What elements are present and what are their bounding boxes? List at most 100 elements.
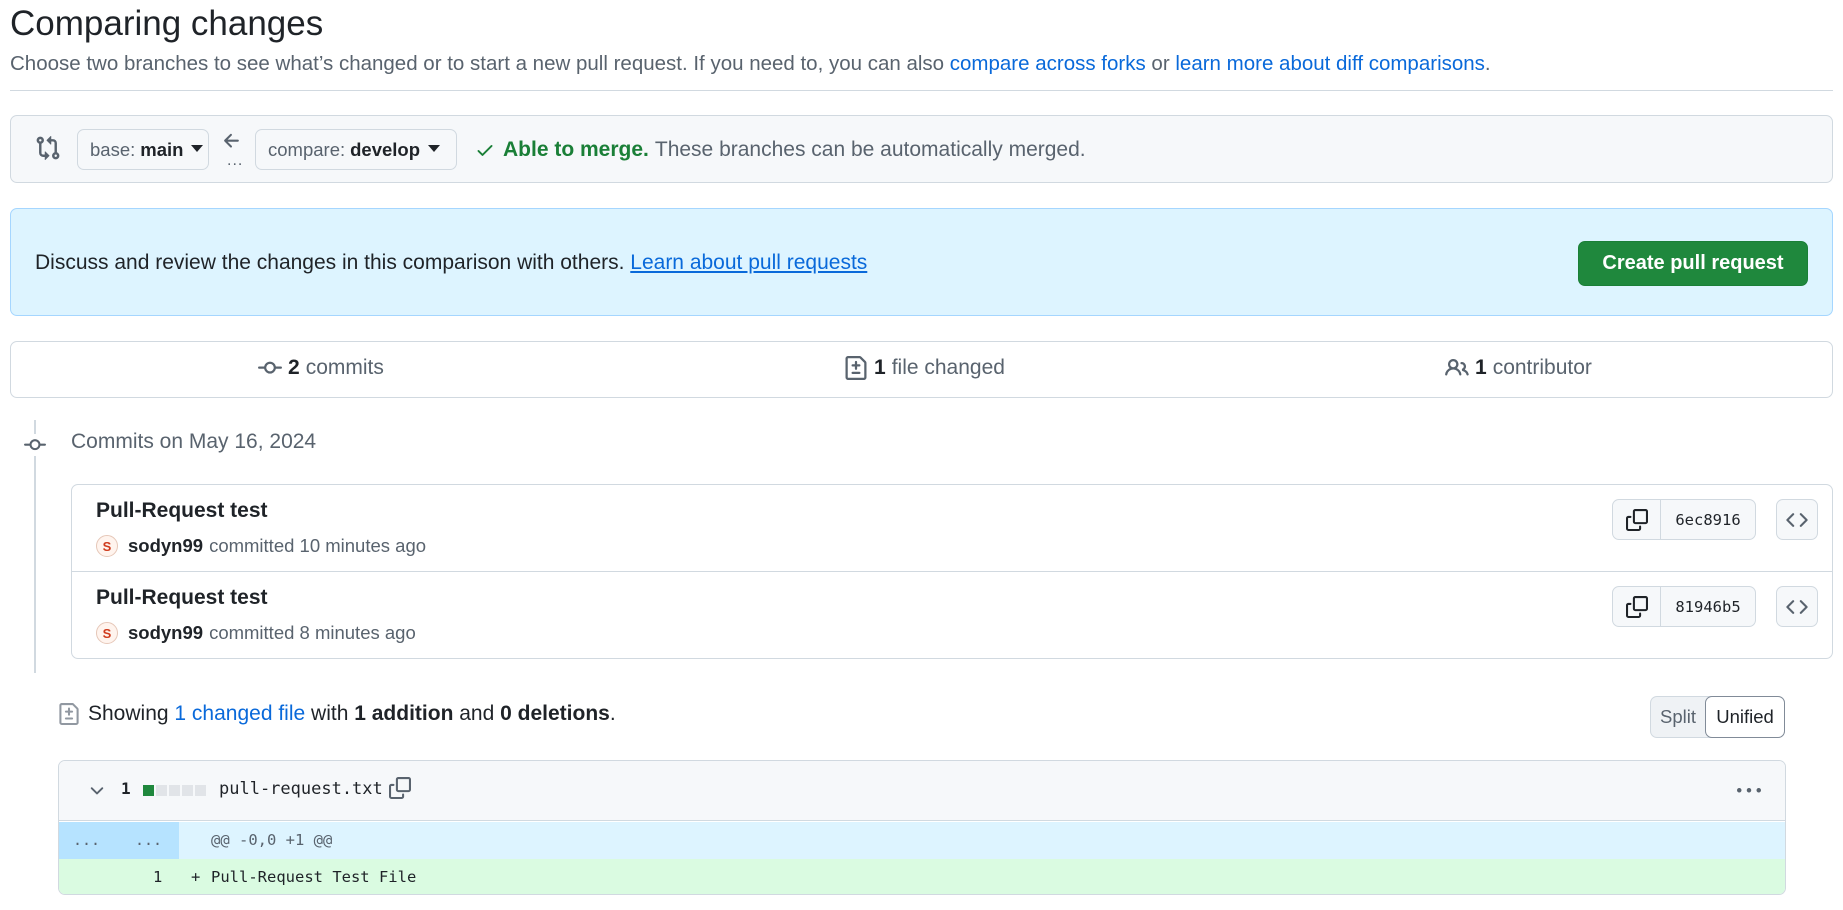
contributors-count: 1 <box>1475 356 1487 379</box>
with-label: with <box>311 702 349 725</box>
copy-icon <box>1625 595 1648 618</box>
code-icon <box>1786 599 1808 614</box>
showing-label: Showing <box>88 702 169 725</box>
contributors-tab[interactable]: 1 contributor <box>1445 356 1592 380</box>
files-count: 1 <box>874 356 886 379</box>
git-commit-icon <box>22 434 48 456</box>
commit-time: 8 minutes ago <box>299 622 416 643</box>
description-end: . <box>1484 52 1491 75</box>
commit-row: Pull-Request test S sodyn99 committed 10… <box>72 485 1832 572</box>
deletions-count: 0 deletions <box>500 702 610 725</box>
kebab-horizontal-icon[interactable] <box>1737 779 1761 803</box>
file-diff: 1 pull-request.txt ... ... @@ -0,0 +1 @@… <box>58 760 1786 895</box>
banner-message: Discuss and review the changes in this c… <box>35 251 631 274</box>
timeline-line <box>34 420 36 673</box>
page-title: Comparing changes <box>10 4 324 43</box>
commit-author-link[interactable]: sodyn99 <box>128 622 203 644</box>
git-commit-icon <box>258 361 282 374</box>
commit-action: committed <box>209 622 295 643</box>
commit-title-link[interactable]: Pull-Request test <box>96 586 268 610</box>
commit-author-link[interactable]: sodyn99 <box>128 535 203 557</box>
commit-time: 10 minutes ago <box>299 535 427 556</box>
page-description: Choose two branches to see what’s change… <box>10 50 1491 78</box>
compare-branch-name: develop <box>350 138 421 160</box>
split-view-button[interactable]: Split <box>1651 697 1705 737</box>
avatar[interactable]: S <box>96 622 118 644</box>
learn-pull-requests-link[interactable]: Learn about pull requests <box>630 251 867 274</box>
git-compare-icon <box>36 135 60 161</box>
base-branch-name: main <box>140 138 184 160</box>
learn-diff-comparisons-link[interactable]: learn more about diff comparisons <box>1175 52 1485 75</box>
compare-summary: 2 commits 1 file changed 1 contributor <box>10 341 1833 398</box>
chevron-down-icon[interactable] <box>87 781 107 801</box>
hunk-left-dots: ... <box>73 831 101 849</box>
and-label: and <box>459 702 495 725</box>
diffstat-bar <box>143 785 208 796</box>
commits-label: commits <box>305 356 384 379</box>
diffstat-neutral-block <box>195 785 206 796</box>
hunk-header-row: ... ... @@ -0,0 +1 @@ <box>59 822 1785 859</box>
browse-repo-button[interactable] <box>1776 499 1818 540</box>
addition-sign: + <box>191 868 201 886</box>
description-text: Choose two branches to see what’s change… <box>10 52 950 75</box>
base-branch-select[interactable]: base: main <box>77 129 209 170</box>
commits-count: 2 <box>288 356 300 379</box>
file-name-link[interactable]: pull-request.txt <box>219 779 383 799</box>
diffstat-neutral-block <box>182 785 193 796</box>
commit-meta: S sodyn99 committed 8 minutes ago <box>96 622 416 644</box>
people-icon <box>1445 358 1469 376</box>
compare-branch-select[interactable]: compare: develop <box>255 129 457 170</box>
diffstat-addition-block <box>143 785 154 796</box>
sha-group: 81946b5 <box>1612 586 1756 627</box>
diffstat-neutral-block <box>169 785 180 796</box>
file-change-count: 1 <box>121 779 131 798</box>
commit-sha-link[interactable]: 6ec8916 <box>1661 500 1755 539</box>
summary-end: . <box>609 702 616 725</box>
browse-repo-button[interactable] <box>1776 586 1818 627</box>
file-header: 1 pull-request.txt <box>59 761 1785 821</box>
check-icon <box>477 145 493 156</box>
addition-line-row: 1 + Pull-Request Test File <box>59 859 1785 894</box>
commits-tab[interactable]: 2 commits <box>258 356 384 380</box>
commit-title-link[interactable]: Pull-Request test <box>96 499 268 523</box>
description-or: or <box>1145 52 1176 75</box>
caret-down-icon <box>428 145 441 152</box>
file-diff-icon <box>59 703 79 725</box>
line-content: Pull-Request Test File <box>211 868 417 886</box>
hunk-right-dots: ... <box>135 831 163 849</box>
merge-status: Able to merge. These branches can be aut… <box>475 138 1086 162</box>
additions-count: 1 addition <box>354 702 454 725</box>
copy-sha-button[interactable] <box>1613 587 1661 626</box>
commit-list: Pull-Request test S sodyn99 committed 10… <box>71 484 1833 659</box>
sha-group: 6ec8916 <box>1612 499 1756 540</box>
unified-view-button[interactable]: Unified <box>1705 696 1785 738</box>
arrow-left-icon <box>224 133 239 148</box>
files-label: file changed <box>891 356 1005 379</box>
merge-ok-label: Able to merge. <box>503 138 649 161</box>
diff-summary: Showing 1 changed file with 1 addition a… <box>58 702 616 726</box>
create-pull-request-button[interactable]: Create pull request <box>1578 241 1808 286</box>
files-changed-tab[interactable]: 1 file changed <box>844 356 1005 380</box>
base-prefix: base: <box>90 138 136 160</box>
compare-across-forks-link[interactable]: compare across forks <box>950 52 1146 75</box>
commit-action: committed <box>209 535 295 556</box>
hunk-header-text: @@ -0,0 +1 @@ <box>211 831 333 849</box>
changed-files-link[interactable]: 1 changed file <box>174 702 305 726</box>
commit-row: Pull-Request test S sodyn99 committed 8 … <box>72 572 1832 659</box>
commit-sha-link[interactable]: 81946b5 <box>1661 587 1755 626</box>
copy-icon[interactable] <box>389 777 411 799</box>
avatar[interactable]: S <box>96 535 118 557</box>
compare-page: Comparing changes Choose two branches to… <box>0 0 1843 910</box>
commits-date-heading: Commits on May 16, 2024 <box>71 430 317 453</box>
banner-text: Discuss and review the changes in this c… <box>35 249 867 277</box>
merge-status-text: These branches can be automatically merg… <box>654 138 1086 161</box>
header-divider <box>10 90 1833 91</box>
pull-request-banner: Discuss and review the changes in this c… <box>10 208 1833 316</box>
line-number[interactable]: 1 <box>153 868 162 886</box>
file-diff-icon <box>845 356 867 380</box>
range-editor: base: main ... compare: develop Able to me… <box>10 115 1833 183</box>
code-icon <box>1786 512 1808 527</box>
copy-sha-button[interactable] <box>1613 500 1661 539</box>
diff-view-toggle: Split Unified <box>1650 696 1785 738</box>
commit-meta: S sodyn99 committed 10 minutes ago <box>96 535 426 557</box>
